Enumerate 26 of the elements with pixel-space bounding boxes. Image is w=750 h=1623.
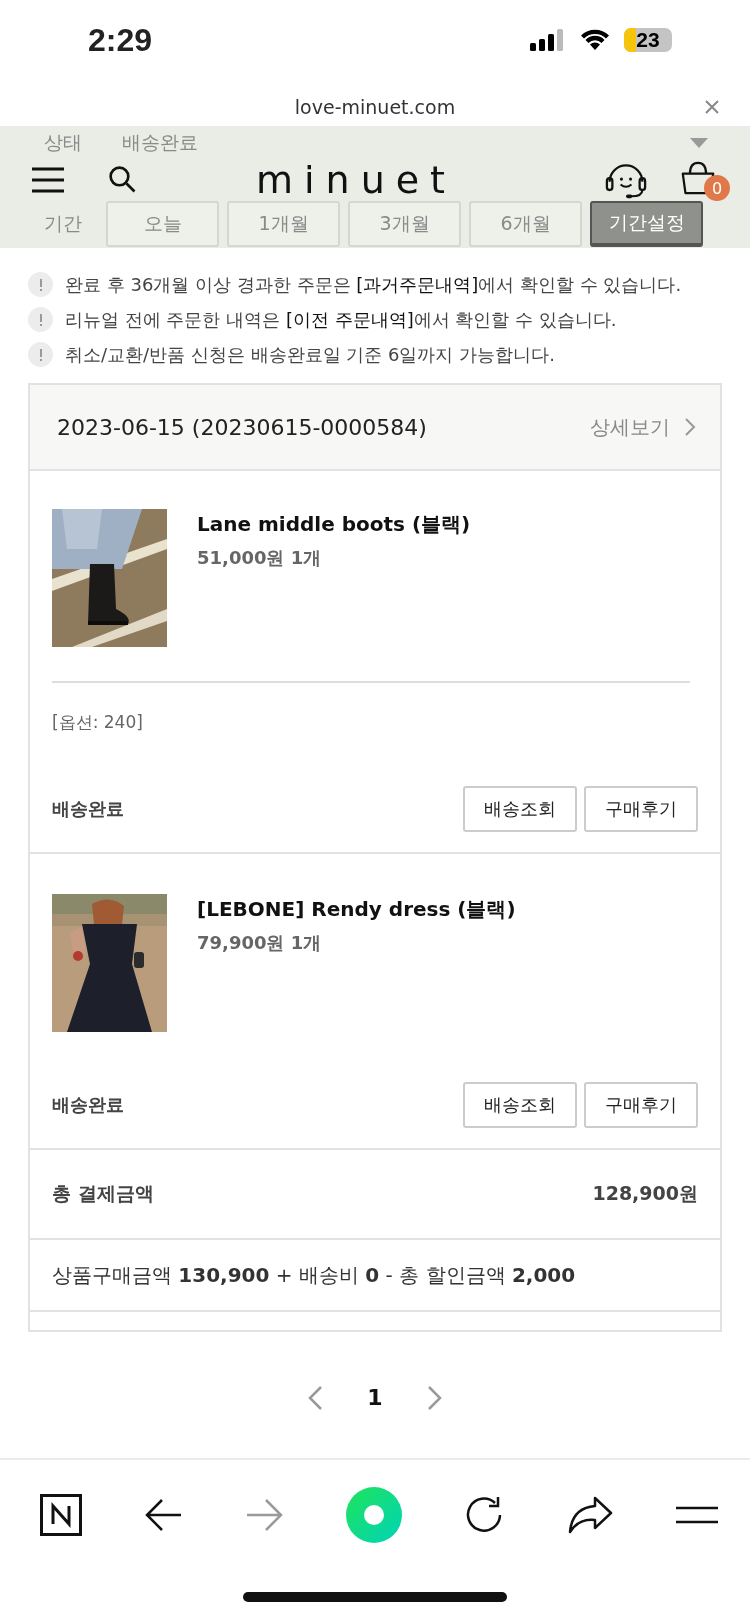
status-time: 2:29 — [88, 21, 153, 59]
site-logo[interactable]: minuet — [110, 158, 602, 202]
total-amount: 128,900원 — [592, 1181, 698, 1206]
order-action-button[interactable]: 구매후기 — [584, 786, 698, 832]
cart-count-badge: 0 — [704, 175, 730, 201]
notice-text: 취소/교환/반품 신청은 배송완료일 기준 6일까지 가능합니다. — [65, 342, 555, 367]
notice-text: 리뉴얼 전에 주문한 내역은 [이전 주문내역]에서 확인할 수 있습니다. — [65, 307, 617, 332]
delivery-status: 배송완료 — [52, 1093, 124, 1117]
payment-breakdown: 상품구매금액 130,900 + 배송비 0 - 총 할인금액 2,000 — [52, 1261, 576, 1289]
url-text[interactable]: love-minuet.com — [294, 96, 456, 118]
product-name[interactable]: Lane middle boots (블랙) — [197, 511, 471, 538]
status-label: 상태 — [44, 130, 83, 155]
order-date: 2023-06-15 (20230615-0000584) — [57, 414, 427, 440]
product-price: 79,900원 1개 — [197, 931, 323, 955]
order-action-button[interactable]: 구매후기 — [584, 1082, 698, 1128]
order-action-button[interactable]: 배송조회 — [463, 1082, 577, 1128]
delivery-status: 배송완료 — [52, 797, 124, 821]
period-label: 기간 — [44, 211, 83, 236]
product-option: [옵션: 240] — [52, 712, 143, 732]
total-label: 총 결제금액 — [52, 1181, 154, 1206]
page-number[interactable]: 1 — [367, 1385, 383, 1410]
notice-text: 완료 후 36개월 이상 경과한 주문은 [과거주문내역]에서 확인할 수 있습니다. — [65, 272, 682, 297]
battery-icon: 23 — [624, 28, 672, 52]
order-action-button[interactable]: 배송조회 — [463, 786, 577, 832]
product-price: 51,000원 1개 — [197, 546, 323, 570]
product-name[interactable]: [LEBONE] Rendy dress (블랙) — [197, 896, 516, 923]
